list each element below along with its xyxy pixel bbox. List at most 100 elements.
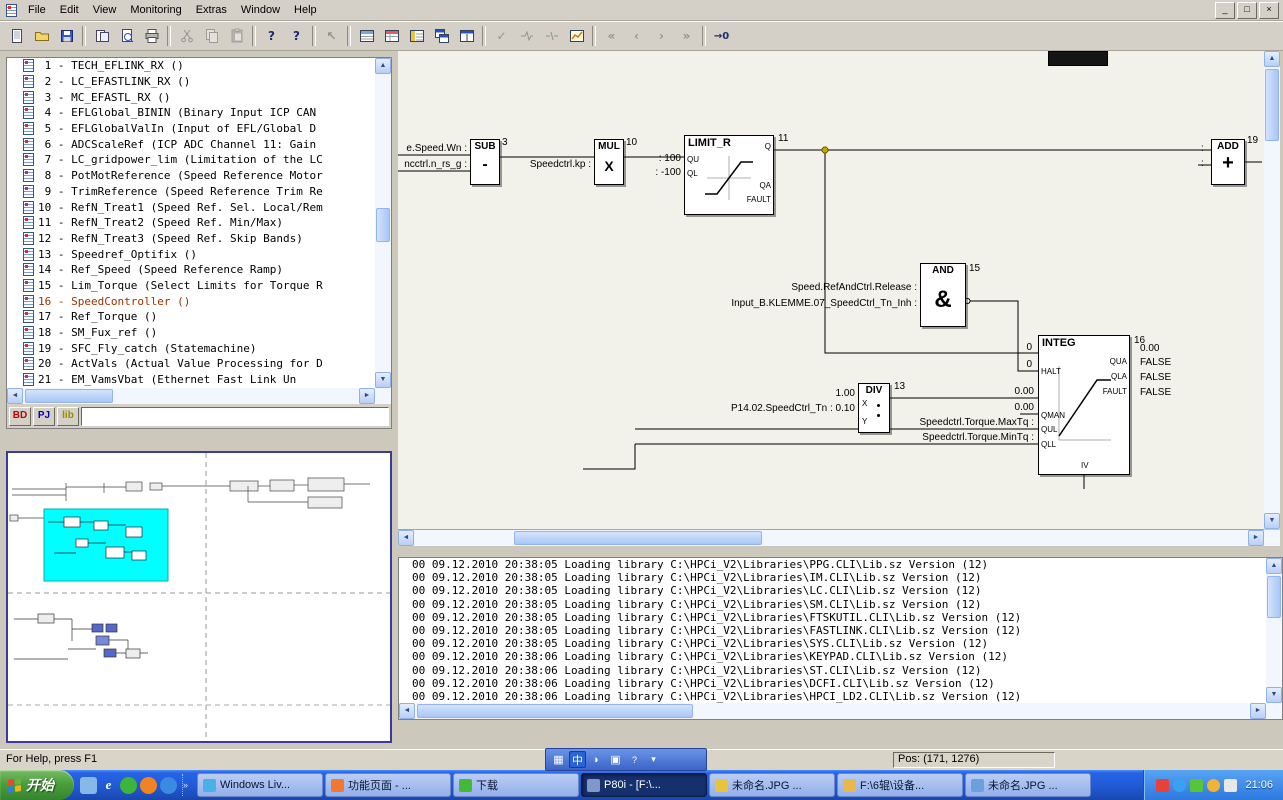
function-list[interactable]: 1 - TECH_EFLINK_RX () 2 - LC_EFASTLINK_R… <box>7 58 375 388</box>
window-tile-button[interactable] <box>454 24 479 48</box>
volume-icon[interactable] <box>1224 779 1237 792</box>
scroll-right-button[interactable]: ► <box>1250 703 1266 719</box>
print-preview-button[interactable] <box>114 24 139 48</box>
scroll-thumb[interactable] <box>376 208 390 242</box>
quick-launch-overflow[interactable]: » <box>182 774 188 796</box>
cut-button[interactable] <box>174 24 199 48</box>
save-button[interactable] <box>54 24 79 48</box>
start-button[interactable]: 开始 <box>0 770 74 800</box>
scroll-right-button[interactable]: ► <box>1248 530 1264 546</box>
scroll-up-button[interactable]: ▲ <box>1266 558 1282 574</box>
diagram-canvas[interactable]: SUB - 3 MUL X 10 LIMIT_R <box>398 51 1264 530</box>
new-button[interactable] <box>4 24 29 48</box>
copy-button[interactable] <box>199 24 224 48</box>
paste-button[interactable] <box>224 24 249 48</box>
zero-offset-button[interactable]: →0 <box>709 24 734 48</box>
keyboard-icon[interactable]: ▦ <box>550 751 567 768</box>
last-page-button[interactable]: » <box>674 24 699 48</box>
help-button[interactable]: ? <box>259 24 284 48</box>
filter-input[interactable] <box>81 407 389 426</box>
tab-lib[interactable]: lib <box>57 407 79 426</box>
scroll-thumb[interactable] <box>1267 576 1281 618</box>
tree-vscrollbar[interactable]: ▲ ▼ <box>375 58 391 388</box>
scroll-down-button[interactable]: ▼ <box>375 372 391 388</box>
next-page-button[interactable]: › <box>649 24 674 48</box>
menu-monitoring[interactable]: Monitoring <box>123 2 188 18</box>
scroll-thumb[interactable] <box>1265 69 1279 141</box>
task-button-active[interactable]: P80i - [F:\... <box>581 773 707 797</box>
restore-button[interactable]: □ <box>1237 2 1257 19</box>
block-partial[interactable] <box>1048 51 1108 66</box>
scroll-up-button[interactable]: ▲ <box>1264 51 1280 67</box>
task-button[interactable]: 下载 <box>453 773 579 797</box>
list-item[interactable]: 20 - ActVals (Actual Value Processing fo… <box>7 356 375 372</box>
antivirus-tray-icon[interactable] <box>1156 779 1169 792</box>
minimize-button[interactable]: _ <box>1215 2 1235 19</box>
select-arrow-button[interactable]: ↖ <box>319 24 344 48</box>
trend-button[interactable] <box>564 24 589 48</box>
menu-help[interactable]: Help <box>287 2 324 18</box>
list-item[interactable]: 13 - Speedref_Optifix () <box>7 246 375 262</box>
list-item[interactable]: 19 - SFC_Fly_catch (Statemachine) <box>7 340 375 356</box>
log-hscrollbar[interactable]: ◄ ► <box>399 703 1266 719</box>
block-mul[interactable]: MUL X <box>594 139 624 185</box>
previous-page-button[interactable]: ‹ <box>624 24 649 48</box>
ime-pad-icon[interactable]: ▣ <box>607 751 624 768</box>
show-desktop-icon[interactable] <box>80 777 97 794</box>
list-item[interactable]: 9 - TrimReference (Speed Reference Trim … <box>7 184 375 200</box>
list-item[interactable]: 3 - MC_EFASTL_RX () <box>7 89 375 105</box>
check-button[interactable]: ✓ <box>489 24 514 48</box>
scroll-left-button[interactable]: ◄ <box>399 703 415 719</box>
list-item[interactable]: 1 - TECH_EFLINK_RX () <box>7 58 375 74</box>
block-limit-r[interactable]: LIMIT_R QU QL Q QA FAULT <box>684 135 774 215</box>
media-player-icon[interactable] <box>120 777 137 794</box>
scroll-thumb[interactable] <box>417 704 693 718</box>
block-sub[interactable]: SUB - <box>470 139 500 185</box>
list-item[interactable]: 2 - LC_EFASTLINK_RX () <box>7 74 375 90</box>
function-list-button[interactable] <box>354 24 379 48</box>
list-item[interactable]: 12 - RefN_Treat3 (Speed Ref. Skip Bands) <box>7 231 375 247</box>
scroll-down-button[interactable]: ▼ <box>1266 687 1282 703</box>
task-button[interactable]: 未命名.JPG ... <box>965 773 1091 797</box>
list-item[interactable]: 18 - SM_Fux_ref () <box>7 325 375 341</box>
menu-view[interactable]: View <box>86 2 124 18</box>
scroll-left-button[interactable]: ◄ <box>7 388 23 404</box>
tree-hscrollbar[interactable]: ◄ ► <box>7 388 375 404</box>
scroll-up-button[interactable]: ▲ <box>375 58 391 74</box>
scroll-down-button[interactable]: ▼ <box>1264 513 1280 529</box>
open-button[interactable] <box>29 24 54 48</box>
safety-shield-icon[interactable] <box>1190 779 1203 792</box>
menu-edit[interactable]: Edit <box>53 2 86 18</box>
page-setup-button[interactable] <box>89 24 114 48</box>
list-item[interactable]: 7 - LC_gridpower_lim (Limitation of the … <box>7 152 375 168</box>
close-button[interactable]: × <box>1259 2 1279 19</box>
signal-list-button[interactable] <box>404 24 429 48</box>
list-item[interactable]: 5 - EFLGlobalValIn (Input of EFL/Global … <box>7 121 375 137</box>
block-and[interactable]: AND & <box>920 263 966 327</box>
list-item[interactable]: 4 - EFLGlobal_BININ (Binary Input ICP CA… <box>7 105 375 121</box>
first-page-button[interactable]: « <box>599 24 624 48</box>
options-icon[interactable]: ▾ <box>645 751 662 768</box>
menu-extras[interactable]: Extras <box>189 2 234 18</box>
print-button[interactable] <box>139 24 164 48</box>
scroll-right-button[interactable]: ► <box>359 388 375 404</box>
list-item[interactable]: 14 - Ref_Speed (Speed Reference Ramp) <box>7 262 375 278</box>
list-item[interactable]: 17 - Ref_Torque () <box>7 309 375 325</box>
connect-button[interactable] <box>514 24 539 48</box>
menu-window[interactable]: Window <box>234 2 287 18</box>
update-icon[interactable] <box>1207 779 1220 792</box>
disconnect-button[interactable] <box>539 24 564 48</box>
list-item[interactable]: 15 - Lim_Torque (Select Limits for Torqu… <box>7 278 375 294</box>
task-button[interactable]: 功能页面 - ... <box>325 773 451 797</box>
ime-mode-icon[interactable]: ◗ <box>588 751 605 768</box>
list-item[interactable]: 11 - RefN_Treat2 (Speed Ref. Min/Max) <box>7 215 375 231</box>
tab-pj[interactable]: PJ <box>33 407 55 426</box>
task-button[interactable]: Windows Liv... <box>197 773 323 797</box>
chinese-input-icon[interactable]: 中 <box>569 751 586 768</box>
scroll-thumb[interactable] <box>514 531 762 545</box>
scroll-thumb[interactable] <box>25 389 113 403</box>
messenger-icon[interactable] <box>160 777 177 794</box>
list-item[interactable]: 8 - PotMotReference (Speed Reference Mot… <box>7 168 375 184</box>
list-item[interactable]: 21 - EM_VamsVbat (Ethernet Fast Link Un <box>7 372 375 388</box>
list-item[interactable]: 6 - ADCScaleRef (ICP ADC Channel 11: Gai… <box>7 136 375 152</box>
